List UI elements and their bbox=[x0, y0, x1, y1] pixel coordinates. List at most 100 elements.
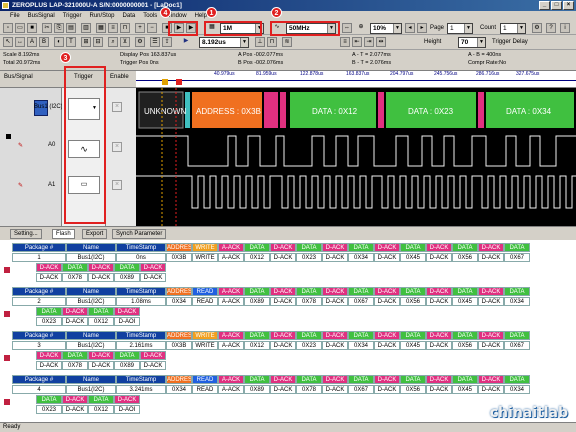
package-name: Bus1(I2C) bbox=[66, 297, 116, 306]
menu-tools[interactable]: Tools bbox=[143, 11, 157, 21]
row-marker-icon bbox=[4, 355, 10, 361]
callout-box-1 bbox=[204, 21, 262, 36]
color-icon[interactable]: ◐ bbox=[54, 37, 64, 47]
count-combo[interactable]: 1 ▼ bbox=[500, 23, 526, 34]
packet-list[interactable]: Package #NameTimeStampADDRESSWRITEA-ACKD… bbox=[0, 240, 576, 422]
cursor-a-marker[interactable] bbox=[162, 79, 168, 85]
bus-icon[interactable]: ≡ bbox=[108, 23, 118, 33]
field-value-cell: 0X34 bbox=[348, 253, 374, 262]
chevron-down-icon[interactable]: ▼ bbox=[464, 24, 472, 33]
step-icon[interactable]: ≋ bbox=[282, 37, 292, 47]
chevron-down-icon[interactable]: ▼ bbox=[517, 24, 525, 33]
field-type-cell: DATA bbox=[400, 331, 426, 340]
enable-checkbox[interactable]: × bbox=[112, 102, 122, 112]
pencil-icon[interactable]: ✎ bbox=[18, 182, 23, 189]
trigger-edge-icon[interactable]: ⊓ bbox=[267, 37, 277, 47]
next-page-icon[interactable]: ▸ bbox=[417, 23, 427, 33]
field-value-cell: D-ACK bbox=[322, 253, 348, 262]
filter-icon[interactable]: ⊻ bbox=[120, 37, 130, 47]
measure-icon[interactable]: ↔ bbox=[15, 37, 25, 47]
bus-add-icon[interactable]: ⊞ bbox=[81, 37, 91, 47]
paste-icon[interactable]: ▤ bbox=[66, 23, 76, 33]
enable-checkbox[interactable]: × bbox=[112, 142, 122, 152]
cut-icon[interactable]: ✂ bbox=[42, 23, 52, 33]
tab-setting[interactable]: Setting... bbox=[10, 229, 42, 239]
field-value-cell: 0X12 bbox=[88, 317, 114, 326]
a-b-text: A - B = 400ns bbox=[468, 52, 502, 58]
align-left-icon[interactable]: ⇤ bbox=[352, 37, 362, 47]
field-type-cell: DATA bbox=[296, 243, 322, 252]
field-value-cell: D-ACK bbox=[426, 385, 452, 394]
menu-trigger[interactable]: Trigger bbox=[63, 11, 82, 21]
compr-rate-text: Compr Rate:No bbox=[468, 60, 507, 66]
menu-runstop[interactable]: Run/Stop bbox=[90, 11, 115, 21]
cursor-icon[interactable]: ↖ bbox=[3, 37, 13, 47]
signal-icon[interactable]: ⊓ bbox=[120, 23, 130, 33]
tab-export[interactable]: Export bbox=[82, 229, 108, 239]
package-name: Bus1(I2C) bbox=[66, 385, 116, 394]
menu-file[interactable]: File bbox=[10, 11, 20, 21]
zoom-fit-icon[interactable]: ⇔ bbox=[342, 23, 352, 33]
prev-page-icon[interactable]: ◂ bbox=[405, 23, 415, 33]
bus1-label[interactable]: Bus1 (I2C) bbox=[34, 104, 63, 110]
search-icon[interactable]: ⌕ bbox=[108, 37, 118, 47]
package-name: Bus1(I2C) bbox=[66, 341, 116, 350]
tab-flash[interactable]: Flash bbox=[52, 229, 75, 239]
play-icon[interactable]: ▶ bbox=[181, 37, 191, 47]
help-icon[interactable]: ? bbox=[546, 23, 556, 33]
time-ruler[interactable]: 40.979us 81.959us 122.878us 163.837us 20… bbox=[136, 71, 576, 87]
new-icon[interactable]: ▫ bbox=[3, 23, 13, 33]
bus-segment-ack bbox=[478, 92, 484, 128]
field-type-cell: D-ACK bbox=[322, 287, 348, 296]
field-value-cell: 0X67 bbox=[348, 297, 374, 306]
print-icon[interactable]: ▥ bbox=[81, 23, 91, 33]
trigger-icon[interactable]: ⊥ bbox=[255, 37, 265, 47]
chevron-down-icon[interactable]: ▼ bbox=[393, 24, 401, 33]
menu-data[interactable]: Data bbox=[123, 11, 136, 21]
bus-segment-ack bbox=[280, 92, 286, 128]
list-icon[interactable]: ☰ bbox=[150, 37, 160, 47]
waveform-area[interactable]: UNKNOWN ADDRESS : 0X3B DATA : 0X12 DATA … bbox=[136, 88, 576, 226]
signal-a0-label[interactable]: A0 bbox=[48, 142, 55, 148]
zoom-combo[interactable]: 10% ▼ bbox=[370, 23, 402, 34]
align-center-icon[interactable]: ⇹ bbox=[376, 37, 386, 47]
save-icon[interactable]: ■ bbox=[27, 23, 37, 33]
maximize-button[interactable]: □ bbox=[551, 1, 562, 10]
font-icon[interactable]: T bbox=[66, 37, 76, 47]
align-icon[interactable]: ≡ bbox=[340, 37, 350, 47]
tab-synch-parameter[interactable]: Synch Parameter bbox=[112, 229, 167, 239]
field-type-cell: DATA bbox=[400, 287, 426, 296]
time-combo[interactable]: 8.192us ▼ bbox=[199, 37, 249, 48]
copy-icon[interactable]: ⎘ bbox=[54, 23, 64, 33]
enable-checkbox[interactable]: × bbox=[112, 180, 122, 190]
export-icon[interactable]: ⇪ bbox=[162, 37, 172, 47]
height-combo[interactable]: 70 ▼ bbox=[458, 37, 486, 48]
field-value-cell: D-ACK bbox=[88, 361, 114, 370]
marker-b-icon[interactable]: B bbox=[39, 37, 49, 47]
minimize-button[interactable]: _ bbox=[539, 1, 550, 10]
info-icon[interactable]: i bbox=[560, 23, 570, 33]
zoom-out-icon[interactable]: − bbox=[147, 23, 157, 33]
align-right-icon[interactable]: ⇥ bbox=[364, 37, 374, 47]
callout-badge-2: 2 bbox=[271, 7, 282, 18]
field-type-cell: DATA bbox=[400, 243, 426, 252]
cursor-b-marker[interactable] bbox=[176, 79, 182, 85]
close-button[interactable]: × bbox=[563, 1, 574, 10]
signal-a1-label[interactable]: A1 bbox=[48, 182, 55, 188]
pencil-icon[interactable]: ✎ bbox=[18, 142, 23, 149]
config-icon[interactable]: ⚙ bbox=[135, 37, 145, 47]
settings-icon[interactable]: ⚙ bbox=[532, 23, 542, 33]
grid-icon[interactable]: ▦ bbox=[96, 23, 106, 33]
chevron-down-icon[interactable]: ▼ bbox=[240, 38, 248, 47]
zoom-in-icon[interactable]: + bbox=[135, 23, 145, 33]
chevron-down-icon[interactable]: ▼ bbox=[477, 38, 485, 47]
field-type-cell: DATA bbox=[452, 375, 478, 384]
bus-remove-icon[interactable]: ⊟ bbox=[93, 37, 103, 47]
field-type-cell: D-ACK bbox=[426, 331, 452, 340]
marker-a-icon[interactable]: A bbox=[27, 37, 37, 47]
page-combo[interactable]: 1 ▼ bbox=[447, 23, 473, 34]
menu-bussignal[interactable]: BusSignal bbox=[28, 11, 55, 21]
column-header: Package # bbox=[12, 243, 66, 252]
open-icon[interactable]: ▭ bbox=[15, 23, 25, 33]
count-label: Count bbox=[480, 25, 497, 31]
